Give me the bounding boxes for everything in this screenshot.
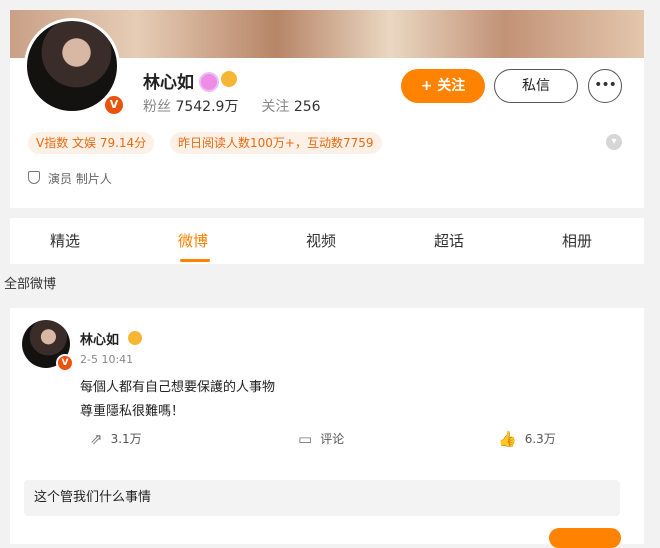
repost-button[interactable]: ⇗ 3.1万 <box>90 430 142 448</box>
v-index-chip[interactable]: V指数 文娱 79.14分 <box>28 132 155 154</box>
post-text-line: 尊重隱私很難嗎！ <box>80 404 185 419</box>
crown-badge-icon <box>128 331 142 345</box>
post-author-name[interactable]: 林心如 <box>80 329 119 348</box>
thumbs-up-icon: 👍 <box>498 430 517 448</box>
tab-video[interactable]: 视频 <box>306 230 336 251</box>
like-button[interactable]: 👍 6.3万 <box>498 430 556 448</box>
member-badge-icon[interactable] <box>199 72 219 92</box>
verified-badge-icon: V <box>56 354 74 372</box>
role-text: 演员 制片人 <box>48 172 112 186</box>
shield-icon <box>28 171 40 184</box>
comment-button[interactable]: ▭ 评论 <box>298 430 344 448</box>
crown-badge-icon[interactable] <box>221 71 237 87</box>
fans-count[interactable]: 7542.9万 <box>175 99 238 115</box>
fans-label: 粉丝 <box>143 99 171 115</box>
post-card: V 林心如 2-5 10:41 每個人都有自己想要保護的人事物 尊重隱私很難嗎！… <box>10 308 644 544</box>
following-label: 关注 <box>261 99 290 115</box>
verified-badge-icon: V <box>103 94 125 116</box>
profile-role: 演员 制片人 <box>28 170 112 187</box>
profile-tabs: 精选 微博 视频 超话 相册 <box>10 218 644 264</box>
active-tab-underline <box>180 259 210 262</box>
tab-featured[interactable]: 精选 <box>50 230 80 251</box>
profile-name: 林心如 <box>143 73 194 93</box>
comment-input[interactable]: 这个管我们什么事情 <box>24 480 620 516</box>
following-count[interactable]: 256 <box>294 99 321 115</box>
tab-supertopic[interactable]: 超话 <box>434 230 464 251</box>
chevron-down-icon[interactable]: ▾ <box>606 134 622 150</box>
comment-icon: ▭ <box>298 430 313 448</box>
repost-count: 3.1万 <box>110 432 142 446</box>
post-timestamp: 2-5 10:41 <box>80 353 134 366</box>
follow-button[interactable]: + 关注 <box>401 69 485 103</box>
message-button[interactable]: 私信 <box>494 69 578 103</box>
share-icon: ⇗ <box>90 430 103 448</box>
profile-header: V 林心如 粉丝 7542.9万 关注 256 + 关注 私信 ••• V指数 … <box>10 18 644 208</box>
more-options-button[interactable]: ••• <box>588 69 622 103</box>
reads-interactions-chip[interactable]: 昨日阅读人数100万+，互动数7759 <box>170 132 382 154</box>
submit-comment-button[interactable] <box>549 528 621 548</box>
tab-album[interactable]: 相册 <box>562 230 592 251</box>
like-count: 6.3万 <box>524 432 556 446</box>
profile-stats: 粉丝 7542.9万 关注 256 <box>143 96 321 116</box>
tab-weibo[interactable]: 微博 <box>178 230 208 251</box>
all-weibo-label[interactable]: 全部微博 <box>4 273 56 292</box>
post-text-line: 每個人都有自己想要保護的人事物 <box>80 380 276 395</box>
comment-label: 评论 <box>320 432 345 446</box>
